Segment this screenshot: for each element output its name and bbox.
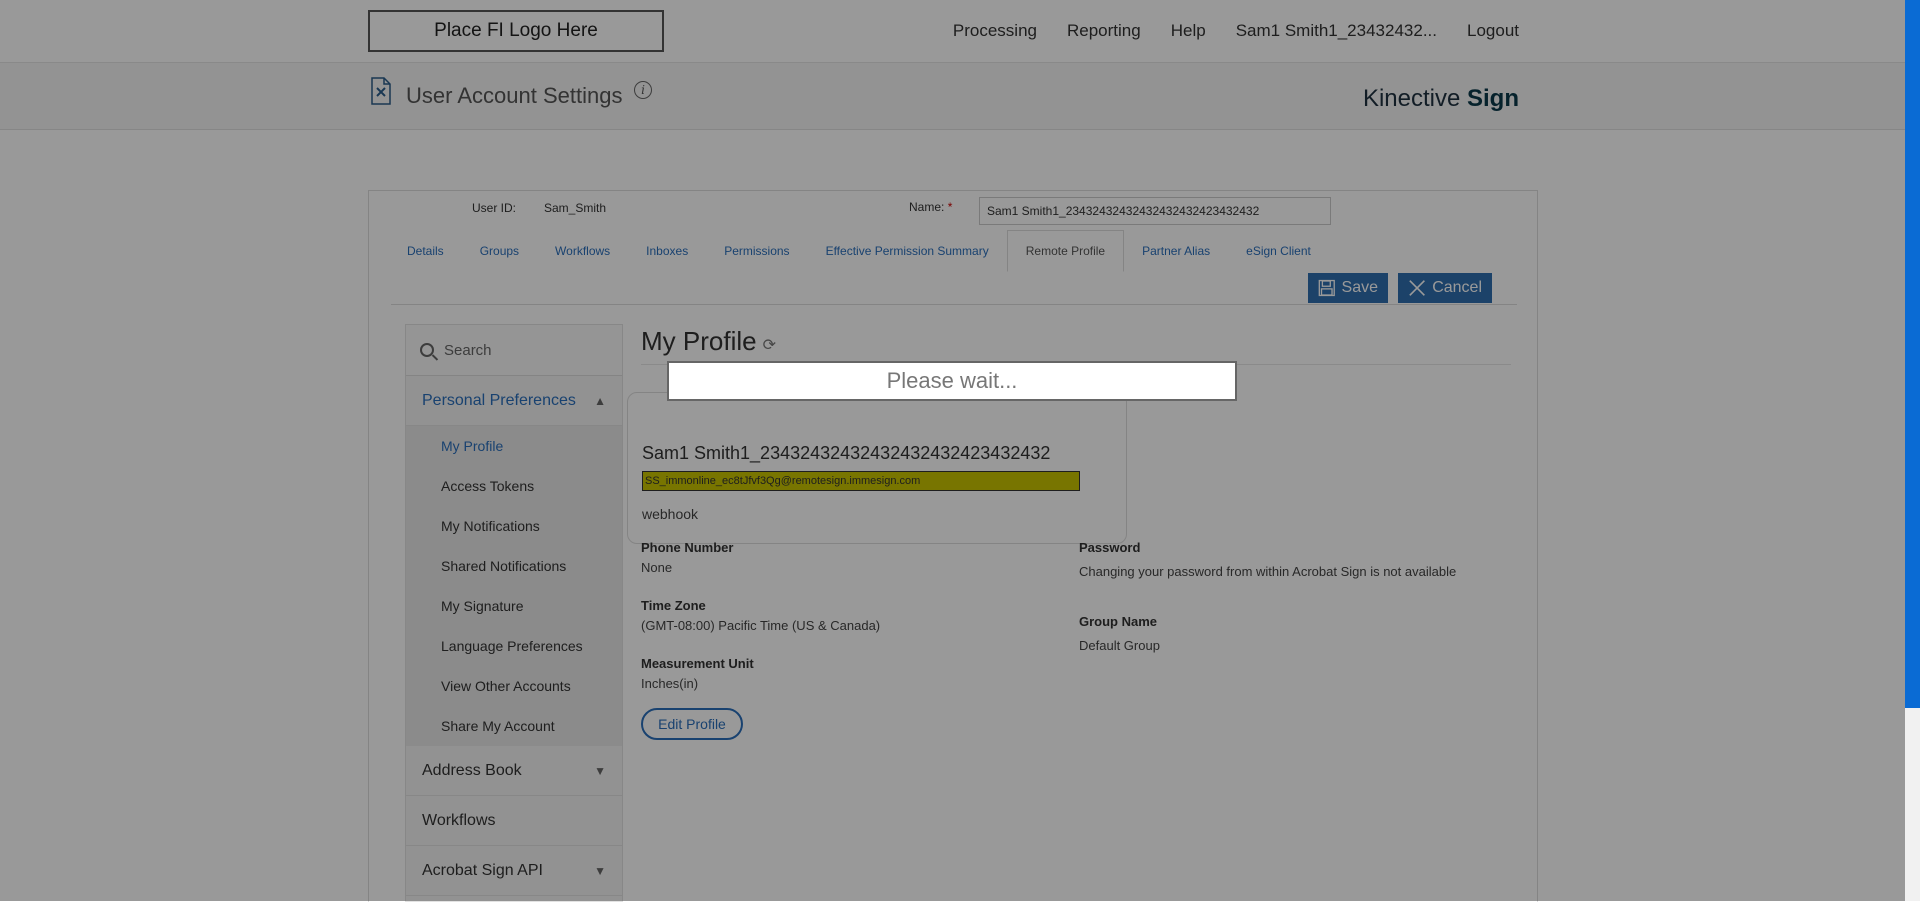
- scrollbar-thumb[interactable]: [1905, 0, 1920, 708]
- loading-overlay: [0, 0, 1905, 901]
- please-wait-dialog: Please wait...: [667, 361, 1237, 401]
